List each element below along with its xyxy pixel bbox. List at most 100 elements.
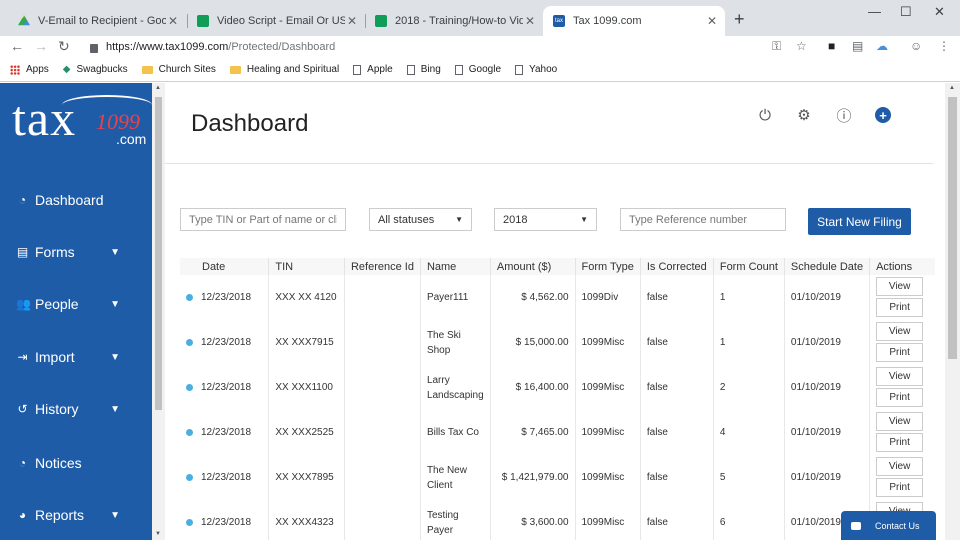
bookmark-bing[interactable]: Bing: [406, 64, 441, 75]
folder-icon: [229, 65, 241, 74]
profile-avatar-icon[interactable]: ☺: [910, 39, 922, 53]
column-header[interactable]: Form Type: [575, 258, 641, 275]
sidebar-item-notices[interactable]: ◔ Notices: [16, 453, 136, 473]
cloud-icon[interactable]: ☁: [876, 39, 888, 53]
add-icon[interactable]: +: [875, 107, 891, 123]
scroll-up-icon[interactable]: ▲: [155, 85, 161, 91]
print-button[interactable]: Print: [876, 298, 924, 317]
bookmark-church-sites[interactable]: Church Sites: [141, 64, 216, 75]
star-icon[interactable]: ☆: [796, 39, 807, 53]
contact-us-button[interactable]: Contact Us: [841, 511, 936, 540]
page-icon: [515, 64, 524, 75]
browser-tab[interactable]: V-Email to Recipient - Google Dr ✕: [8, 6, 186, 36]
sidebar-item-import[interactable]: ⇥ Import ▼: [16, 347, 136, 367]
year-select[interactable]: 2018 ▼: [494, 208, 597, 231]
forward-arrow-icon[interactable]: →: [34, 38, 48, 54]
cell-date: 12/23/2018: [180, 455, 270, 500]
cell-form: 1099Misc: [575, 320, 641, 365]
power-icon[interactable]: ⏻: [756, 106, 774, 124]
scroll-down-icon[interactable]: ▼: [155, 531, 161, 537]
reload-icon[interactable]: ↻: [58, 38, 70, 55]
close-icon[interactable]: ✕: [707, 14, 717, 28]
print-button[interactable]: Print: [876, 433, 924, 452]
view-button[interactable]: View: [876, 412, 924, 431]
help-icon[interactable]: ⓘ: [835, 106, 853, 125]
status-select[interactable]: All statuses ▼: [369, 208, 472, 231]
sidebar-item-label: Notices: [35, 455, 82, 471]
bookmark-healing[interactable]: Healing and Spiritual: [229, 64, 339, 75]
column-header[interactable]: Date: [180, 258, 270, 275]
browser-tab-active[interactable]: tax Tax 1099.com ✕: [543, 6, 725, 36]
cell-tin: XX XXX4323: [268, 500, 345, 540]
url-field[interactable]: https://www.tax1099.com/Protected/Dashbo…: [84, 36, 824, 58]
cell-schedule: 01/10/2019: [784, 365, 871, 410]
contact-label: Contact Us: [875, 520, 920, 531]
browser-tab[interactable]: 2018 - Training/How-to Video - ( ✕: [365, 6, 543, 36]
cell-name: Bills Tax Co: [420, 410, 491, 455]
start-new-filing-button[interactable]: Start New Filing: [808, 208, 911, 235]
close-icon[interactable]: ✕: [168, 14, 178, 28]
cell-actions: View Print: [869, 410, 935, 455]
table-row: 12/23/2018 XXX XX 4120 Payer111 $ 4,562.00 1…: [180, 275, 935, 320]
gear-icon[interactable]: ⚙: [795, 106, 813, 124]
cell-name: The New Client: [420, 455, 491, 500]
sidebar-item-label: Forms: [35, 244, 75, 260]
browser-tab[interactable]: Video Script - Email Or USPS Ma ✕: [187, 6, 365, 36]
bookmark-swagbucks[interactable]: ◆ Swagbucks: [63, 64, 128, 75]
caret-down-icon: ▼: [580, 215, 588, 224]
column-header[interactable]: TIN: [268, 258, 345, 275]
sidebar-item-forms[interactable]: ▤ Forms ▼: [16, 242, 136, 262]
extension-icon[interactable]: ▤: [852, 39, 863, 53]
sidebar-item-reports[interactable]: ◕ Reports ▼: [16, 505, 136, 525]
scrollbar-thumb[interactable]: [155, 97, 162, 410]
view-button[interactable]: View: [876, 457, 924, 476]
apps-grid-icon: [10, 64, 20, 75]
print-button[interactable]: Print: [876, 478, 924, 497]
bookmark-google[interactable]: Google: [454, 64, 501, 75]
close-icon[interactable]: ✕: [525, 14, 535, 28]
column-header[interactable]: Name: [420, 258, 491, 275]
print-button[interactable]: Print: [876, 343, 924, 362]
close-icon[interactable]: ✕: [347, 14, 357, 28]
page-scrollbar[interactable]: ▲: [945, 83, 960, 540]
view-button[interactable]: View: [876, 277, 924, 296]
extension-icon[interactable]: ■: [828, 39, 835, 53]
search-input[interactable]: Type TIN or Part of name or client: [180, 208, 346, 231]
column-header[interactable]: Schedule Date: [784, 258, 871, 275]
sidebar-scrollbar[interactable]: ▲ ▼: [152, 83, 165, 540]
sidebar-item-history[interactable]: ↺ History ▼: [16, 399, 136, 419]
reference-placeholder: Type Reference number: [629, 213, 748, 226]
count-value: 1: [719, 292, 726, 303]
form-value: 1099Misc: [581, 337, 625, 348]
menu-kebab-icon[interactable]: ⋮: [938, 39, 950, 53]
new-tab-icon[interactable]: +: [734, 9, 745, 30]
view-button[interactable]: View: [876, 367, 924, 386]
scrollbar-thumb[interactable]: [948, 97, 957, 359]
scroll-up-icon[interactable]: ▲: [949, 85, 955, 91]
window-close-icon[interactable]: ✕: [934, 4, 945, 20]
status-dot: [186, 383, 193, 391]
form-value: 1099Misc: [581, 427, 625, 438]
tax1099-logo[interactable]: tax 1099 .com: [12, 93, 152, 153]
column-header[interactable]: Amount ($): [490, 258, 576, 275]
cell-amount: $ 1,421,979.00: [490, 455, 576, 500]
column-header[interactable]: Is Corrected: [640, 258, 714, 275]
key-icon[interactable]: ⚿: [772, 39, 781, 54]
view-button[interactable]: View: [876, 322, 924, 341]
reference-input[interactable]: Type Reference number: [620, 208, 786, 231]
cell-ref: [344, 500, 421, 540]
status-dot: [186, 518, 193, 526]
column-header[interactable]: Form Count: [713, 258, 785, 275]
back-arrow-icon[interactable]: ←: [10, 38, 24, 54]
sidebar-item-people[interactable]: 👥 People ▼: [16, 294, 136, 314]
column-header[interactable]: Reference Id: [344, 258, 421, 275]
print-button[interactable]: Print: [876, 388, 924, 407]
bookmark-apple[interactable]: Apple: [353, 64, 393, 75]
bookmark-apps[interactable]: Apps: [10, 64, 49, 75]
minimize-icon[interactable]: —: [868, 4, 881, 19]
sidebar-item-dashboard[interactable]: ◔ Dashboard: [16, 190, 136, 210]
maximize-icon[interactable]: ☐: [900, 4, 912, 20]
bookmark-yahoo[interactable]: Yahoo: [515, 64, 557, 75]
cell-ref: [344, 365, 421, 410]
cell-corrected: false: [640, 320, 714, 365]
